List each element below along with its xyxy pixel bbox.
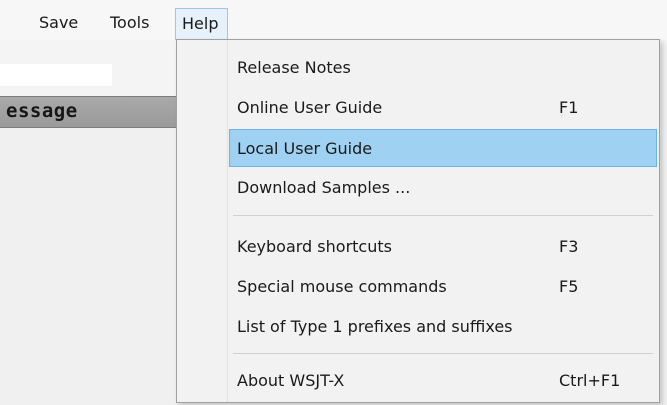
menu-tools[interactable]: Tools (104, 8, 155, 38)
menu-help[interactable]: Help (175, 8, 228, 40)
menu-item-shortcut: F1 (559, 98, 579, 117)
menu-item-label: Keyboard shortcuts (237, 237, 392, 256)
menu-item-label: Local User Guide (237, 139, 373, 158)
message-panel-header: essage (0, 96, 200, 128)
message-panel-header-label: essage (6, 100, 78, 122)
menu-item-about-wsjtx[interactable]: About WSJT-X Ctrl+F1 (177, 362, 659, 400)
menu-item-special-mouse-commands[interactable]: Special mouse commands F5 (177, 268, 659, 306)
menu-separator (233, 353, 653, 354)
help-dropdown-menu: Release Notes Online User Guide F1 Local… (176, 39, 660, 403)
app-window: Save Tools Help essage Release Notes Onl… (0, 0, 667, 405)
menu-item-shortcut: Ctrl+F1 (559, 371, 621, 390)
menu-item-release-notes[interactable]: Release Notes (177, 49, 659, 87)
menu-item-label: Special mouse commands (237, 277, 447, 296)
menu-item-local-user-guide[interactable]: Local User Guide (229, 129, 657, 167)
menu-item-download-samples[interactable]: Download Samples ... (177, 169, 659, 207)
menu-item-label: List of Type 1 prefixes and suffixes (237, 317, 513, 336)
menu-item-label: Online User Guide (237, 98, 383, 117)
menu-item-shortcut: F3 (559, 237, 579, 256)
menu-item-label: Release Notes (237, 58, 351, 77)
menu-item-keyboard-shortcuts[interactable]: Keyboard shortcuts F3 (177, 228, 659, 266)
menu-item-label: About WSJT-X (237, 371, 345, 390)
menu-item-shortcut: F5 (559, 277, 579, 296)
background-input-field[interactable] (0, 64, 112, 86)
background-panel (0, 128, 180, 405)
menu-save[interactable]: Save (33, 8, 84, 38)
menu-item-label: Download Samples ... (237, 178, 411, 197)
menu-item-type1-prefixes-suffixes[interactable]: List of Type 1 prefixes and suffixes (177, 308, 659, 346)
menu-bar: Save Tools Help (0, 0, 667, 40)
menu-item-online-user-guide[interactable]: Online User Guide F1 (177, 89, 659, 127)
menu-separator (233, 215, 653, 216)
